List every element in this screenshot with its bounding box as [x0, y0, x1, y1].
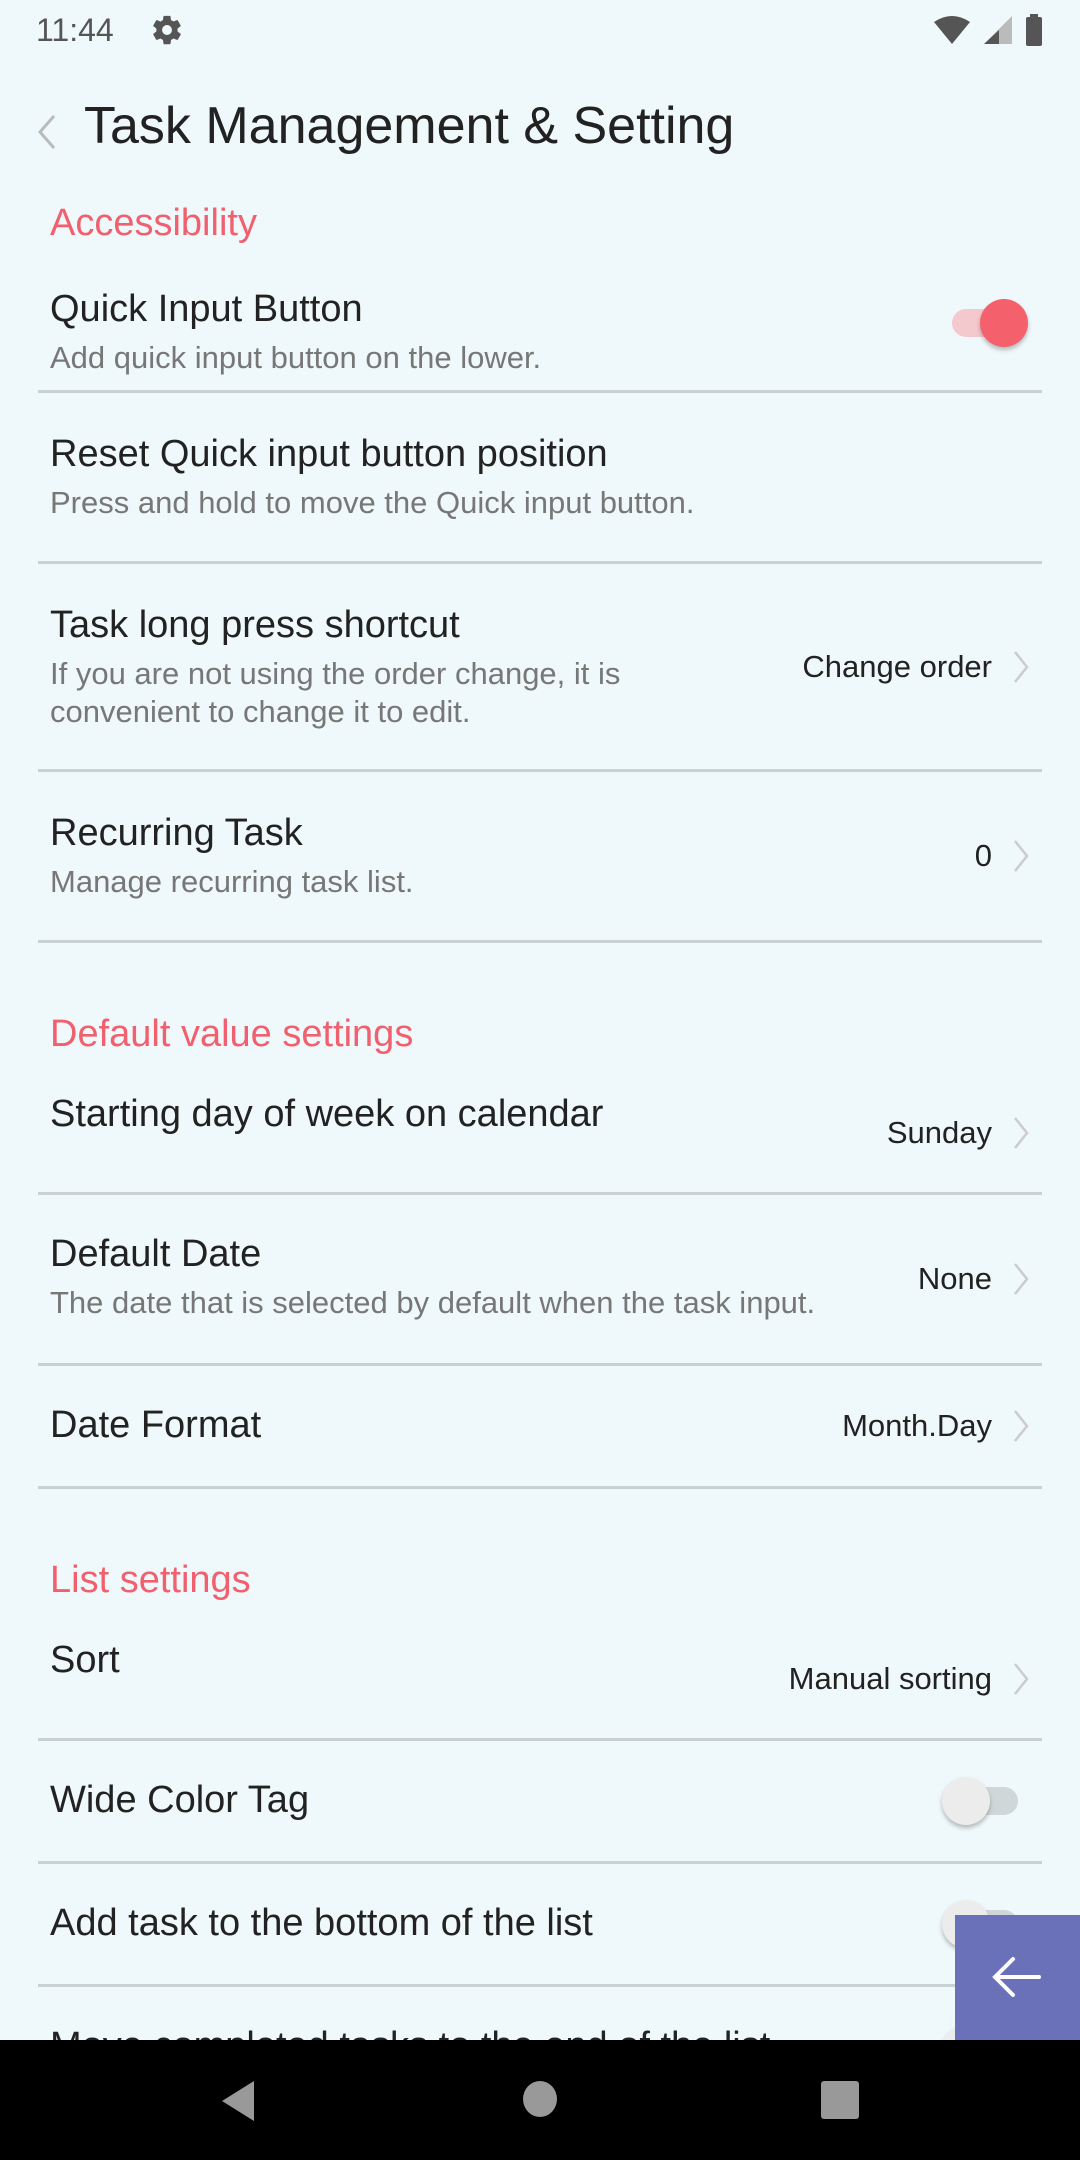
row-recurring-task[interactable]: Recurring Task Manage recurring task lis… [38, 772, 1042, 943]
chevron-right-icon [1014, 840, 1029, 872]
chevron-right-icon [1014, 1263, 1029, 1295]
row-starting-day-of-week[interactable]: Starting day of week on calendar Sunday [38, 1073, 1042, 1195]
section-header-default-values: Default value settings [50, 1013, 414, 1055]
row-title: Default Date [50, 1233, 262, 1275]
row-subtitle: Press and hold to move the Quick input b… [50, 485, 695, 520]
system-nav-bar [0, 2040, 1080, 2160]
status-time: 11:44 [36, 12, 114, 48]
page-title: Task Management & Setting [84, 97, 735, 155]
row-date-format[interactable]: Date Format Month.Day [38, 1366, 1042, 1489]
row-value: Sunday [886, 1114, 992, 1150]
nav-recents-icon[interactable] [820, 2080, 860, 2120]
row-value: None [917, 1261, 992, 1296]
quick-input-toggle[interactable] [948, 295, 1028, 351]
row-subtitle: The date that is selected by default whe… [50, 1285, 816, 1320]
app-bar: Task Management & Setting [0, 90, 1080, 170]
row-reset-quick-input-position[interactable]: Reset Quick input button position Press … [38, 393, 1042, 564]
row-add-task-bottom[interactable]: Add task to the bottom of the list [38, 1864, 1042, 1987]
status-bar: 11:44 [0, 0, 1080, 60]
nav-home-icon[interactable] [522, 2080, 558, 2118]
chevron-right-icon [1014, 650, 1029, 683]
row-title: Task long press shortcut [50, 604, 460, 646]
row-value: Manual sorting [788, 1660, 992, 1696]
section-header-list-settings: List settings [50, 1559, 251, 1601]
row-value: Month.Day [842, 1408, 992, 1443]
row-task-long-press-shortcut[interactable]: Task long press shortcut If you are not … [38, 564, 1042, 772]
row-title: Reset Quick input button position [50, 433, 608, 475]
chevron-right-icon [1014, 1116, 1029, 1149]
row-subtitle: Add quick input button on the lower. [50, 340, 542, 375]
row-subtitle: If you are not using the order change, i… [50, 656, 621, 729]
chevron-right-icon [1014, 1662, 1029, 1695]
row-title: Wide Color Tag [50, 1779, 310, 1821]
chevron-right-icon [1014, 1410, 1029, 1442]
row-default-date[interactable]: Default Date The date that is selected b… [38, 1195, 1042, 1366]
nav-back-icon[interactable] [218, 2080, 258, 2122]
row-wide-color-tag[interactable]: Wide Color Tag [38, 1741, 1042, 1864]
row-sort[interactable]: Sort Manual sorting [38, 1619, 1042, 1741]
wide-color-tag-toggle[interactable] [942, 1773, 1022, 1829]
row-value: 0 [974, 838, 992, 873]
row-quick-input-button[interactable]: Quick Input Button Add quick input butto… [38, 256, 1042, 393]
row-title: Quick Input Button [50, 288, 363, 330]
signal-icon [984, 16, 1012, 44]
row-value: Change order [802, 648, 992, 684]
arrow-left-icon [992, 1957, 1041, 1997]
row-subtitle: Manage recurring task list. [50, 864, 414, 899]
row-title: Add task to the bottom of the list [50, 1902, 593, 1944]
chevron-left-icon[interactable] [36, 112, 58, 152]
battery-icon [1026, 14, 1042, 46]
section-header-accessibility: Accessibility [50, 202, 257, 244]
gear-icon [153, 15, 181, 45]
settings-list: Accessibility Quick Input Button Add qui… [0, 190, 1080, 2110]
row-title: Recurring Task [50, 812, 303, 854]
wifi-icon [934, 16, 970, 44]
quick-input-fab[interactable] [955, 1915, 1080, 2040]
